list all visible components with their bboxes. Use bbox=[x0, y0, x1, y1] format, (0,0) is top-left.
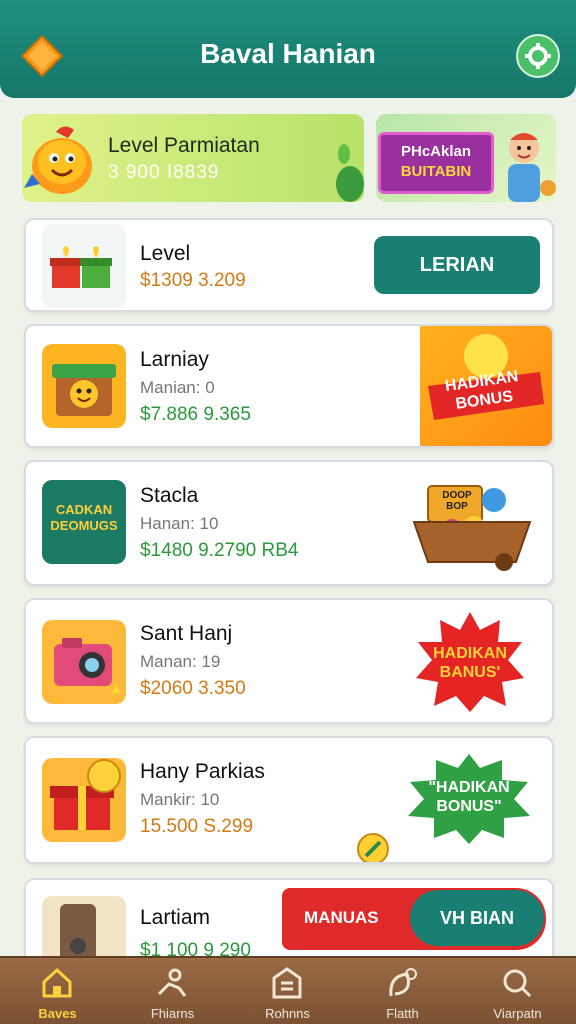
thumb-text: CADKAN DEOMUGS bbox=[50, 502, 118, 533]
promo-line1: PHcAklan bbox=[400, 143, 472, 160]
page-title: Baval Hanian bbox=[200, 38, 376, 69]
nav-item-viarpatn[interactable]: Viarpatn bbox=[460, 958, 575, 1024]
offer-card[interactable]: Hany Parkias Mankir: 10 15.500 S.299 "HA… bbox=[24, 736, 554, 864]
promo-line2: BUITABIN bbox=[400, 163, 472, 180]
gift-boxes-icon bbox=[42, 224, 126, 308]
home-icon bbox=[42, 967, 72, 998]
offer-card[interactable]: CADKAN DEOMUGS Stacla Hanan: 10 $1480 9.… bbox=[24, 460, 554, 586]
nav-item-baves[interactable]: Baves bbox=[0, 958, 115, 1024]
ribbon-left-label: MANUAS bbox=[304, 908, 379, 927]
offer-card[interactable]: Larniay Manian: 0 $7.886 9.365 HADIKAN B… bbox=[24, 324, 554, 448]
chest-sign-text: DOOP BOP bbox=[442, 490, 472, 512]
card-title: Hany Parkias bbox=[140, 760, 265, 783]
promo-sign: PHcAklan BUITABIN bbox=[378, 132, 494, 194]
nav-label: Fhiarns bbox=[150, 1006, 195, 1021]
card-subtitle: Manan: 19 bbox=[140, 652, 221, 671]
offer-card[interactable]: Level $1309 3.209 LERIAN bbox=[24, 218, 554, 312]
card-title: Sant Hanj bbox=[140, 622, 233, 645]
leaves-decoration bbox=[336, 144, 364, 202]
app-header: Baval Hanian bbox=[0, 0, 576, 98]
nav-label: Viarpatn bbox=[493, 1006, 542, 1021]
bottom-navigation: Baves Fhiarns Rohnns Flatth Viarpatn bbox=[0, 956, 576, 1024]
nav-item-fhiarns[interactable]: Fhiarns bbox=[115, 958, 230, 1024]
bonus-thumb: CADKAN DEOMUGS bbox=[42, 480, 126, 564]
wrench-coin-icon bbox=[357, 833, 389, 862]
nav-item-rohnns[interactable]: Rohnns bbox=[230, 958, 345, 1024]
card-price: $1309 3.209 bbox=[140, 270, 246, 291]
child-character-icon bbox=[508, 133, 556, 202]
search-icon bbox=[503, 969, 532, 998]
leaf-icon bbox=[389, 968, 417, 997]
offer-card[interactable]: Lartiam $1 100 9 290 MANUAS VH BIAN bbox=[24, 878, 554, 968]
level-banner[interactable]: Level Parmiatan 3 900 I8839 bbox=[22, 114, 364, 202]
gift-box-character-icon bbox=[42, 344, 126, 428]
offer-card[interactable]: Sant Hanj Manan: 19 $2060 3.350 HADIKAN … bbox=[24, 598, 554, 724]
promo-banner[interactable]: PHcAklan BUITABIN bbox=[376, 114, 556, 202]
store-icon bbox=[272, 967, 302, 999]
person-icon bbox=[157, 968, 187, 997]
lerian-button[interactable]: LERIAN bbox=[374, 236, 540, 294]
gift-coin-icon bbox=[42, 758, 126, 842]
nav-item-flatth[interactable]: Flatth bbox=[345, 958, 460, 1024]
gear-icon bbox=[525, 43, 551, 69]
card-price: $1480 9.2790 RB4 bbox=[140, 540, 299, 561]
banner-title: Level Parmiatan bbox=[108, 134, 260, 157]
settings-button[interactable] bbox=[516, 34, 560, 78]
nav-label: Flatth bbox=[386, 1006, 419, 1021]
card-title: Larniay bbox=[140, 348, 209, 371]
card-subtitle: Hanan: 10 bbox=[140, 514, 219, 533]
card-subtitle: Manian: 0 bbox=[140, 378, 215, 397]
bonus-badge[interactable]: HADIKAN BANUS' bbox=[424, 644, 516, 682]
mascot-icon bbox=[24, 126, 92, 194]
card-title: Lartiam bbox=[140, 906, 211, 929]
banner-subtitle: 3 900 I8839 bbox=[108, 162, 220, 183]
card-title: Level bbox=[140, 242, 191, 265]
bonus-badge[interactable]: "HADIKAN BONUS" bbox=[414, 778, 524, 816]
nav-label: Rohnns bbox=[265, 1006, 310, 1021]
camera-icon bbox=[42, 620, 126, 704]
action-ribbon[interactable]: MANUAS VH BIAN bbox=[282, 888, 546, 950]
card-title: Stacla bbox=[140, 484, 199, 507]
card-price: $7.886 9.365 bbox=[140, 404, 251, 425]
treasure-cart-icon bbox=[412, 485, 532, 571]
card-subtitle: Mankir: 10 bbox=[140, 790, 220, 809]
nav-label: Baves bbox=[38, 1006, 77, 1021]
ribbon-right-button[interactable]: VH BIAN bbox=[410, 890, 544, 946]
card-price: $2060 3.350 bbox=[140, 678, 246, 699]
card-price: 15.500 S.299 bbox=[140, 816, 254, 837]
